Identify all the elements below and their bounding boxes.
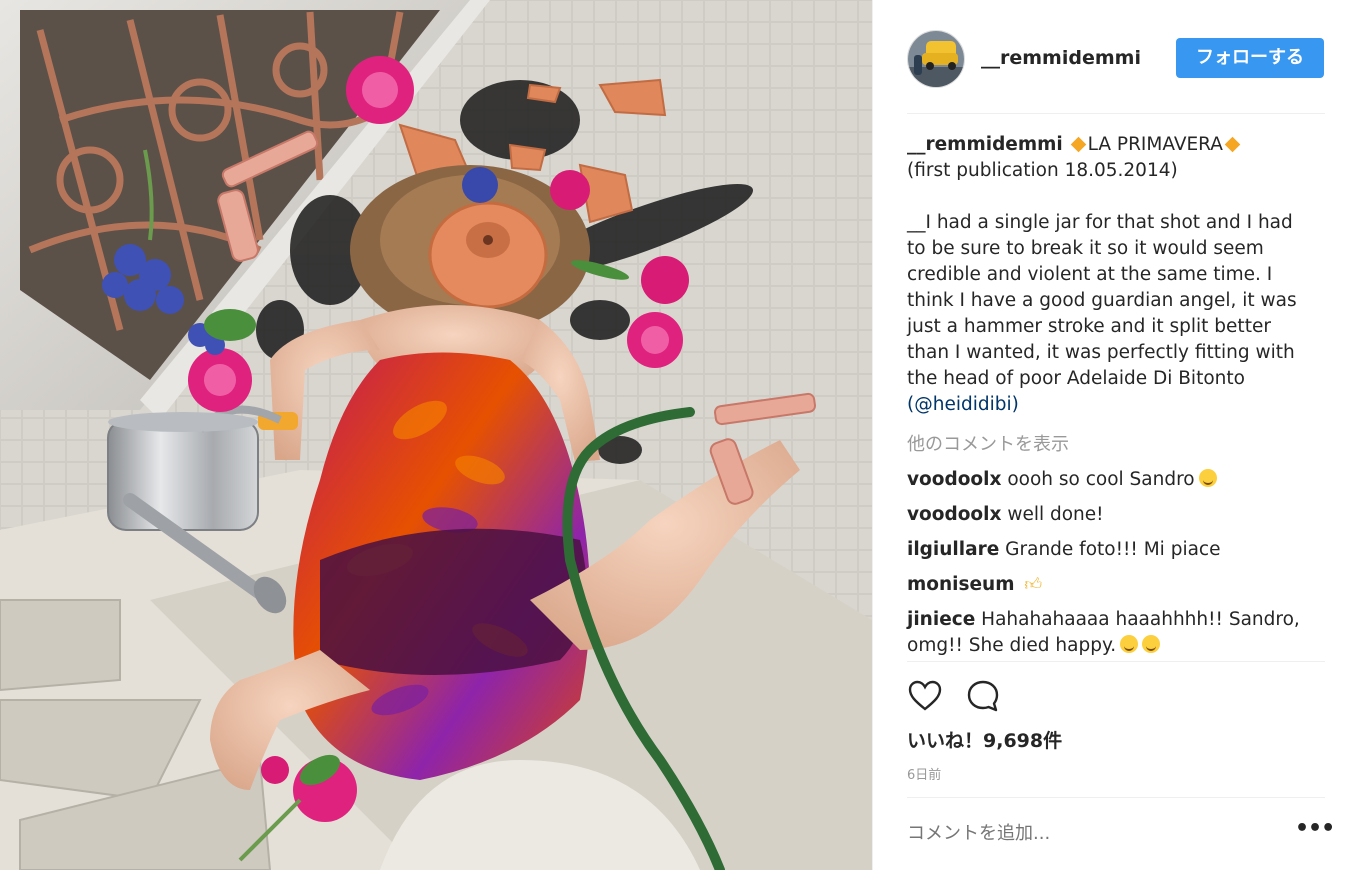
ellipsis-icon[interactable]: ••• [1295, 818, 1335, 844]
caption-publication-line: (first publication 18.05.2014) [907, 160, 1178, 181]
orange-diamond-icon [1070, 136, 1086, 152]
avatar-image [908, 31, 964, 87]
comment-username[interactable]: voodoolx [907, 469, 1001, 490]
comment-text: oooh so cool Sandro [1007, 469, 1195, 490]
rofl-emoji-icon [1120, 635, 1139, 653]
comment-item: voodoolx oooh so cool Sandro [907, 467, 1317, 493]
post-header: __remmidemmi フォローする [907, 28, 1325, 114]
caption-username[interactable]: __remmidemmi [907, 134, 1063, 155]
comment-username[interactable]: voodoolx [907, 504, 1001, 525]
grinning-sweat-emoji-icon [1198, 469, 1217, 487]
post-caption: __remmidemmi LA PRIMAVERA (first publica… [907, 132, 1317, 418]
comment-item: ilgiullare Grande foto!!! Mi piace [907, 537, 1317, 563]
comment-username[interactable]: moniseum [907, 574, 1015, 595]
comment-item: voodoolx well done! [907, 502, 1317, 528]
post-photo[interactable] [0, 0, 872, 870]
comment-list: voodoolx oooh so cool Sandro voodoolx we… [907, 467, 1317, 668]
caption-title: LA PRIMAVERA [1087, 134, 1223, 155]
comment-text: Grande foto!!! Mi piace [1005, 539, 1221, 560]
add-comment-bar: ••• [907, 797, 1335, 870]
staged-fall-photo [0, 0, 872, 870]
like-count[interactable]: いいね！9,698件 [907, 726, 1062, 753]
grinning-emoji-icon [1142, 635, 1161, 653]
caption-body: __I had a single jar for that shot and I… [907, 212, 1297, 389]
comment-username[interactable]: jiniece [907, 609, 975, 630]
comment-item: jiniece Hahahahaaaa haaahhhh!! Sandro, o… [907, 607, 1317, 659]
orange-diamond-icon [1224, 136, 1241, 152]
load-more-comments-link[interactable]: 他のコメントを表示 [907, 430, 1069, 456]
comment-item: moniseum 👍︎ [907, 572, 1317, 598]
post-timestamp[interactable]: 6日前 [907, 764, 941, 783]
avatar[interactable] [907, 30, 965, 88]
heart-icon[interactable] [907, 678, 943, 714]
post-actions: いいね！9,698件 6日前 [907, 661, 1325, 797]
thumbs-up-emoji-icon: 👍︎ [1024, 575, 1043, 595]
caption-mention-link[interactable]: (@heididibi) [907, 394, 1019, 415]
post-sidebar: __remmidemmi フォローする __remmidemmi LA PRIM… [872, 0, 1360, 870]
speech-bubble-icon[interactable] [965, 678, 1001, 714]
comment-input[interactable] [907, 818, 1267, 848]
follow-button[interactable]: フォローする [1176, 38, 1324, 78]
comment-text: well done! [1007, 504, 1104, 525]
post-username[interactable]: __remmidemmi [981, 47, 1141, 69]
comment-username[interactable]: ilgiullare [907, 539, 999, 560]
